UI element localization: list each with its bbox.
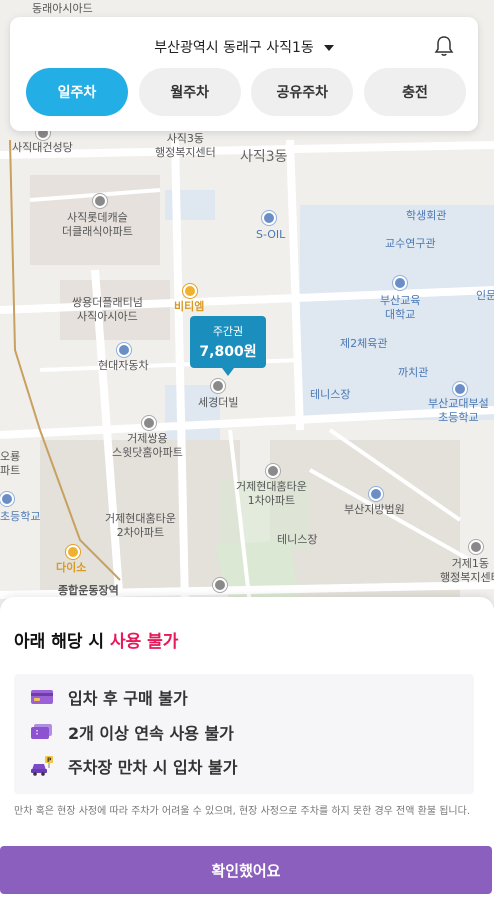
map-label-tennis1: 테니스장 [310,388,351,401]
map-label-btmart: 비티엠 [174,300,205,313]
mart-icon [183,284,197,298]
map-label-right-edge: 인문 [476,289,494,302]
map-label-edu-kinder: 부산교대부설 초등학교 [428,397,489,424]
sheet-title-prefix: 아래 해당 시 [14,632,110,652]
map-label-hyundai-motors: 현대자동차 [98,359,149,372]
court-icon [369,487,383,501]
map-label-prof-hall: 교수연구관 [385,237,436,250]
map-label-top-left: 동래아시아드 [32,2,93,15]
building-icon-2 [213,578,227,592]
map-label-student-hall: 학생회관 [406,209,447,222]
map-label-kkachi: 까치관 [398,366,429,379]
apartment-icon-3 [266,464,280,478]
rule-item: 2개 이상 연속 사용 불가 [30,721,234,743]
map-label-busan-court: 부산지방법원 [344,503,405,516]
svg-text:P: P [47,757,52,764]
apartment-icon-2 [142,416,156,430]
map-label-gym2: 제2체육관 [340,337,388,350]
map-label-geoje1-office: 거제1동 행정복지센터 [440,557,494,584]
map-label-soil: S-OIL [256,228,286,241]
school-icon-2 [0,492,14,506]
car-dealer-icon [117,343,131,357]
map-label-school-left: 초등학교 [0,510,41,523]
ticket-icon [31,724,52,739]
parking-price-marker[interactable]: 주간권 7,800원 [190,316,266,376]
rule-list: 입차 후 구매 불가 2개 이상 연속 사용 불가 P 주차장 만차 시 입차 … [14,674,474,794]
tab-shared[interactable]: 공유주차 [251,68,354,116]
location-label: 부산광역시 동래구 사직1동 [154,40,314,56]
map-label-daiso: 다이소 [56,561,87,574]
map-label-ssangyong: 쌍용더플래티넘 사직아시아드 [72,296,143,323]
map-label-apt-left: 오룡 파트 [0,450,21,477]
disclaimer-text: 만차 혹은 현장 사정에 따라 주차가 어려울 수 있으며, 현장 사정으로 주… [14,806,470,817]
tab-daily[interactable]: 일주차 [26,68,128,116]
sheet-title-warn: 사용 불가 [109,632,179,652]
marker-type: 주간권 [212,325,244,338]
map-label-geoje-ssangyong: 거제쌍용 스윗닷홈아파트 [112,432,183,459]
rule-text: 2개 이상 연속 사용 불가 [68,724,234,743]
map-label-segyeong: 세경더빌 [198,396,239,409]
confirm-button[interactable]: 확인했어요 [0,846,492,894]
marker-price: 7,800원 [199,344,257,360]
map-label-sajik3: 사직3동 [240,149,288,165]
building-icon [211,379,225,393]
caret-down-icon [323,45,334,51]
location-selector[interactable]: 부산광역시 동래구 사직1동 [10,37,478,57]
map-label-geoje-hyundai2: 거제현대홈타운 2차아파트 [105,512,176,539]
car-parking-icon: P [31,756,53,776]
header-panel: 부산광역시 동래구 사직1동 일주차 월주차 공유주차 충전 [10,17,478,131]
gas-station-icon [262,211,276,225]
sheet-title: 아래 해당 시 사용 불가 [14,627,178,652]
map-label-tennis2: 테니스장 [277,533,318,546]
university-icon [393,276,407,290]
bell-icon[interactable] [434,35,454,57]
apartment-icon [93,194,107,208]
school-icon [453,382,467,396]
rule-item: P 주차장 만차 시 입차 불가 [30,755,237,777]
rule-text: 주차장 만차 시 입차 불가 [68,758,238,777]
map-label-lotte-castle: 사직롯데캐슬 더클래식아파트 [62,211,133,238]
tab-charging[interactable]: 충전 [363,68,466,116]
tab-monthly[interactable]: 월주차 [138,68,241,116]
map-label-sports-complex: 종합운동장역 [58,584,119,597]
map-label-sajik3-office: 사직3동 행정복지센터 [155,132,216,159]
map-label-church: 사직대건성당 [12,141,73,154]
credit-card-icon [31,690,53,704]
map-label-busan-edu: 부산교육 대학교 [380,294,421,321]
map-label-geoje-hyundai1: 거제현대홈타운 1차아파트 [236,480,307,507]
restriction-sheet: 아래 해당 시 사용 불가 입차 후 구매 불가 2개 이상 연속 사용 불가 … [0,597,494,910]
rule-item: 입차 후 구매 불가 [30,686,188,708]
rule-text: 입차 후 구매 불가 [68,689,188,708]
office-icon [469,540,483,554]
parking-type-tabs: 일주차 월주차 공유주차 충전 [26,68,466,116]
shop-icon [66,545,80,559]
